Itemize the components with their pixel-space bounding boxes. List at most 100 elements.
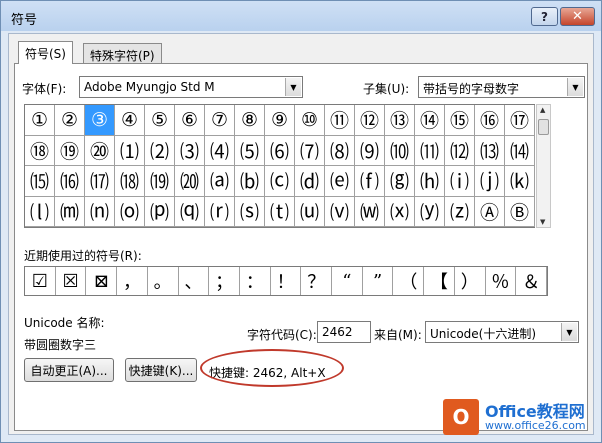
symbol-cell[interactable]: ⑳ — [85, 135, 115, 166]
recent-symbol-cell[interactable]: ） — [455, 267, 486, 295]
symbol-cell[interactable]: ⒢ — [385, 166, 415, 197]
symbol-cell[interactable]: ⒄ — [85, 166, 115, 197]
symbol-cell[interactable]: ⒁ — [505, 135, 535, 166]
subset-select[interactable]: 带括号的字母数字 ▼ — [418, 76, 585, 98]
symbol-cell[interactable]: ⒣ — [415, 166, 445, 197]
recent-symbol-cell[interactable]: ＆ — [516, 267, 547, 295]
symbol-cell[interactable]: ⒬ — [175, 196, 205, 227]
recent-symbol-cell[interactable]: 【 — [424, 267, 455, 295]
recent-symbol-cell[interactable]: ！ — [271, 267, 302, 295]
symbol-cell[interactable]: ⑾ — [415, 135, 445, 166]
scroll-up-icon[interactable]: ▲ — [540, 106, 545, 114]
symbol-cell[interactable]: ⒭ — [205, 196, 235, 227]
symbol-cell[interactable]: Ⓑ — [505, 196, 535, 227]
symbol-cell[interactable]: ⑯ — [475, 105, 505, 136]
chevron-down-icon[interactable]: ▼ — [567, 78, 583, 96]
recent-symbol-cell[interactable]: 、 — [179, 267, 210, 295]
symbol-cell[interactable]: ⑵ — [145, 135, 175, 166]
symbol-cell[interactable]: ⑿ — [445, 135, 475, 166]
symbol-cell[interactable]: ⑱ — [25, 135, 55, 166]
shortcut-key-button[interactable]: 快捷键(K)... — [125, 358, 197, 382]
recent-symbol-cell[interactable]: ？ — [301, 267, 333, 295]
symbol-cell[interactable]: ⑪ — [325, 105, 355, 136]
symbol-cell[interactable]: ⑫ — [355, 105, 385, 136]
symbol-cell[interactable]: ⑰ — [505, 105, 535, 136]
symbol-cell[interactable]: ⒠ — [325, 166, 355, 197]
symbol-cell[interactable]: ⒥ — [475, 166, 505, 197]
symbol-cell[interactable]: ⒪ — [115, 196, 145, 227]
symbol-cell[interactable]: ⒧ — [25, 196, 55, 227]
symbol-cell[interactable]: ⒫ — [145, 196, 175, 227]
symbol-cell[interactable]: ⑬ — [385, 105, 415, 136]
symbol-cell[interactable]: ⑸ — [235, 135, 265, 166]
symbol-cell[interactable]: ⒰ — [295, 196, 325, 227]
recent-symbol-cell[interactable]: ☒ — [56, 267, 87, 295]
symbol-cell[interactable]: ⒳ — [385, 196, 415, 227]
close-button[interactable]: ✕ — [560, 7, 595, 26]
symbol-cell[interactable]: ⒡ — [355, 166, 385, 197]
symbol-cell[interactable]: ③ — [85, 105, 115, 136]
symbol-cell[interactable]: ⒵ — [445, 196, 475, 227]
recent-symbol-cell[interactable]: “ — [332, 267, 363, 295]
symbol-cell[interactable]: ⒃ — [55, 166, 85, 197]
symbol-cell[interactable]: Ⓐ — [475, 196, 505, 227]
symbol-cell[interactable]: ⒝ — [235, 166, 265, 197]
symbol-cell[interactable]: ⑼ — [355, 135, 385, 166]
symbol-cell[interactable]: ⒱ — [325, 196, 355, 227]
symbol-cell[interactable]: ⑶ — [175, 135, 205, 166]
symbol-cell[interactable]: ⒨ — [55, 196, 85, 227]
symbol-cell[interactable]: ⒩ — [85, 196, 115, 227]
symbol-cell[interactable]: ⑺ — [295, 135, 325, 166]
symbol-cell[interactable]: ⒜ — [205, 166, 235, 197]
symbol-cell[interactable]: ⒇ — [175, 166, 205, 197]
symbol-cell[interactable]: ⑹ — [265, 135, 295, 166]
recent-symbol-cell[interactable]: ” — [363, 267, 394, 295]
symbol-cell[interactable]: ⒅ — [115, 166, 145, 197]
symbol-cell[interactable]: ② — [55, 105, 85, 136]
recent-symbol-cell[interactable]: ， — [117, 267, 148, 295]
symbol-cell[interactable]: ④ — [115, 105, 145, 136]
recent-symbol-cell[interactable]: ⊠ — [86, 267, 118, 295]
symbol-cell[interactable]: ⑦ — [205, 105, 235, 136]
recent-symbol-cell[interactable]: 。 — [148, 267, 179, 295]
tab-special-characters[interactable]: 特殊字符(P) — [83, 43, 162, 65]
font-select[interactable]: Adobe Myungjo Std M ▼ — [79, 76, 303, 98]
symbol-cell[interactable]: ⑩ — [295, 105, 325, 136]
from-select[interactable]: Unicode(十六进制) ▼ — [425, 321, 579, 343]
symbol-cell[interactable]: ⒞ — [265, 166, 295, 197]
symbol-grid-scrollbar[interactable]: ▲ ▼ — [536, 104, 551, 228]
char-code-input[interactable]: 2462 — [317, 321, 371, 343]
symbol-cell[interactable]: ⑮ — [445, 105, 475, 136]
symbol-cell[interactable]: ⒦ — [505, 166, 535, 197]
symbol-cell[interactable]: ⒴ — [415, 196, 445, 227]
recent-symbol-cell[interactable]: ％ — [486, 267, 517, 295]
symbol-cell[interactable]: ⒆ — [145, 166, 175, 197]
help-button[interactable]: ? — [531, 7, 558, 26]
symbol-cell[interactable]: ⑲ — [55, 135, 85, 166]
chevron-down-icon[interactable]: ▼ — [285, 78, 301, 96]
symbol-cell[interactable]: ⑧ — [235, 105, 265, 136]
symbol-cell[interactable]: ⒤ — [445, 166, 475, 197]
symbol-cell[interactable]: ⑤ — [145, 105, 175, 136]
autocorrect-button[interactable]: 自动更正(A)... — [24, 358, 114, 382]
symbol-cell[interactable]: ⑥ — [175, 105, 205, 136]
symbol-cell[interactable]: ⑻ — [325, 135, 355, 166]
symbol-cell[interactable]: ⑽ — [385, 135, 415, 166]
symbol-cell[interactable]: ⒀ — [475, 135, 505, 166]
symbol-cell[interactable]: ⑴ — [115, 135, 145, 166]
symbol-cell[interactable]: ⒟ — [295, 166, 325, 197]
recent-symbol-cell[interactable]: （ — [393, 267, 425, 295]
recent-symbol-cell[interactable]: ☑ — [25, 267, 56, 295]
symbol-cell[interactable]: ⒲ — [355, 196, 385, 227]
tab-symbols[interactable]: 符号(S) — [18, 41, 73, 64]
symbol-cell[interactable]: ⒂ — [25, 166, 55, 197]
symbol-cell[interactable]: ⑷ — [205, 135, 235, 166]
symbol-cell[interactable]: ① — [25, 105, 55, 136]
symbol-cell[interactable]: ⑭ — [415, 105, 445, 136]
scroll-thumb[interactable] — [538, 119, 549, 135]
scroll-down-icon[interactable]: ▼ — [540, 218, 545, 226]
symbol-cell[interactable]: ⒯ — [265, 196, 295, 227]
symbol-cell[interactable]: ⑨ — [265, 105, 295, 136]
recent-symbol-cell[interactable]: ： — [240, 267, 271, 295]
recent-symbol-cell[interactable]: ； — [209, 267, 240, 295]
